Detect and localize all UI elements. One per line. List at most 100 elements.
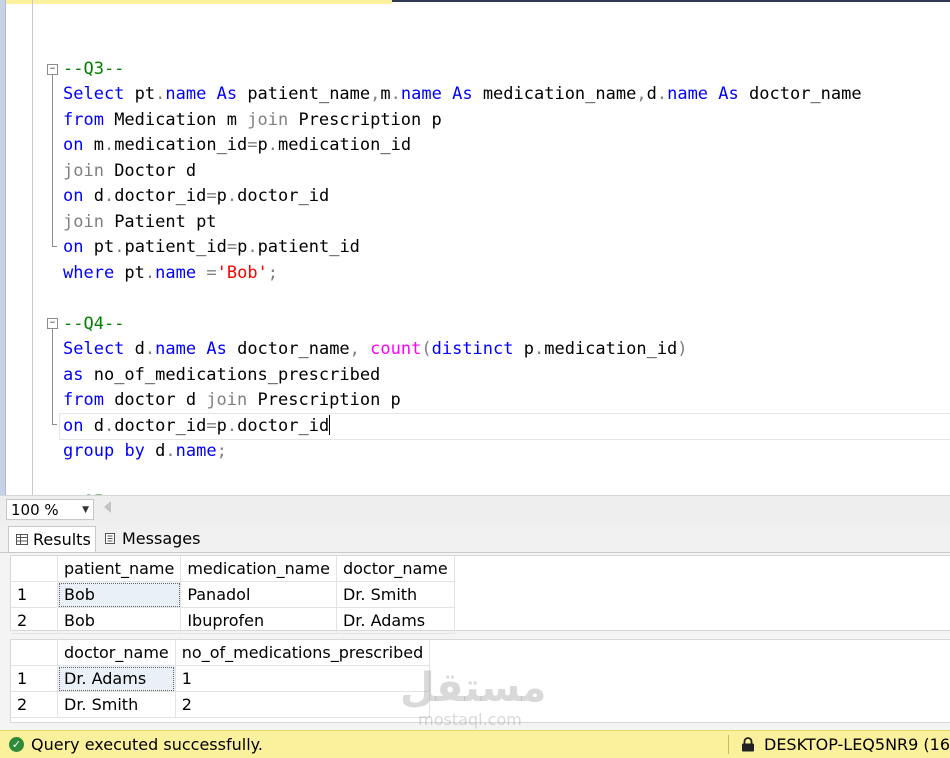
code-line[interactable]: from doctor d join Prescription p: [63, 388, 950, 414]
code-line[interactable]: where pt.name ='Bob';: [63, 261, 950, 287]
code-token: d: [144, 441, 166, 461]
code-token: Prescription p: [247, 390, 401, 410]
code-token: m: [380, 84, 391, 104]
code-line[interactable]: --Q3--: [63, 57, 950, 83]
tab-messages[interactable]: Messages: [98, 526, 200, 552]
row-number[interactable]: 1: [11, 665, 58, 692]
code-token: Medication m: [103, 109, 248, 130]
code-line[interactable]: [63, 31, 950, 57]
code-token: doctor_name: [738, 84, 862, 104]
column-header[interactable]: doctor_name: [57, 640, 176, 666]
code-line[interactable]: on d.doctor_id=p.doctor_id: [59, 412, 950, 440]
code-line[interactable]: from Medication m join Prescription p: [63, 108, 950, 134]
code-token: as: [63, 364, 84, 385]
column-header[interactable]: patient_name: [57, 556, 182, 582]
table-row[interactable]: 1 Bob Panadol Dr. Smith: [11, 581, 455, 608]
success-check-icon: ✓: [9, 737, 24, 752]
code-token: .: [103, 415, 115, 436]
code-token: As: [718, 84, 739, 104]
result-grid-1[interactable]: patient_name medication_name doctor_name…: [10, 555, 950, 634]
code-token: count: [370, 339, 422, 359]
code-line[interactable]: on pt.patient_id=p.patient_id: [63, 235, 950, 261]
code-token: doctor_id: [114, 415, 207, 436]
code-token: Select: [63, 84, 125, 104]
column-header[interactable]: no_of_medications_prescribed: [175, 640, 431, 666]
table-cell[interactable]: Panadol: [180, 581, 337, 608]
code-token: .: [390, 84, 401, 104]
code-token: .: [144, 339, 156, 359]
code-text[interactable]: --Q3-- Select pt.name As patient_name,m.n…: [59, 31, 950, 495]
table-cell[interactable]: Dr. Adams: [57, 665, 176, 692]
tab-messages-label: Messages: [122, 529, 201, 548]
code-token: .: [144, 262, 156, 283]
code-token: name: [155, 262, 197, 283]
code-token: ,: [349, 339, 360, 359]
column-header[interactable]: doctor_name: [336, 556, 455, 582]
code-line[interactable]: on d.doctor_id=p.doctor_id: [63, 184, 950, 210]
scroll-left-icon[interactable]: [104, 501, 111, 513]
grid-corner[interactable]: [11, 640, 58, 666]
code-token: p: [216, 186, 227, 206]
table-cell[interactable]: 2: [175, 691, 431, 718]
code-line[interactable]: group by d.name;: [63, 439, 950, 465]
row-number[interactable]: 2: [11, 607, 58, 634]
collapse-q3-icon[interactable]: −: [47, 64, 58, 75]
table-cell[interactable]: Bob: [57, 607, 182, 634]
tab-results-label: Results: [33, 530, 91, 549]
status-separator: [728, 735, 729, 754]
code-line[interactable]: as no_of_medications_prescribed: [63, 363, 950, 389]
row-number[interactable]: 2: [11, 691, 58, 718]
code-token: .: [267, 135, 279, 155]
code-line[interactable]: Select pt.name As patient_name,m.name As…: [63, 82, 950, 108]
table-row[interactable]: 2 Dr. Smith 2: [11, 691, 431, 718]
table-cell[interactable]: 1: [175, 665, 431, 692]
column-header[interactable]: medication_name: [180, 556, 337, 582]
results-tabs: Results Messages: [0, 522, 950, 553]
editor-top-border: [392, 0, 950, 2]
table-cell[interactable]: Ibuprofen: [180, 607, 337, 634]
code-token: ): [677, 339, 688, 359]
code-line[interactable]: [63, 286, 950, 312]
row-number[interactable]: 1: [11, 581, 58, 608]
lock-icon: [742, 737, 754, 752]
table-cell[interactable]: Bob: [57, 581, 182, 608]
code-line[interactable]: --Q4--: [63, 312, 950, 338]
code-line[interactable]: join Patient pt: [63, 210, 950, 236]
collapse-q4-icon[interactable]: −: [47, 318, 58, 329]
code-token: =: [206, 262, 217, 283]
code-line[interactable]: on m.medication_id=p.medication_id: [63, 133, 950, 159]
table-cell[interactable]: Dr. Smith: [57, 691, 176, 718]
code-token: =: [206, 186, 217, 206]
code-token: Select: [63, 339, 125, 359]
code-token: As: [216, 84, 238, 104]
code-token: =: [226, 237, 238, 257]
status-bar: ✓ Query executed successfully. DESKTOP-L…: [0, 730, 950, 758]
code-token: p: [513, 339, 534, 359]
tab-results[interactable]: Results: [8, 526, 96, 552]
table-row[interactable]: 1 Dr. Adams 1: [11, 665, 431, 692]
code-token: --Q3--: [63, 58, 125, 79]
code-token: As: [206, 339, 227, 359]
table-cell[interactable]: Dr. Adams: [336, 607, 455, 634]
code-line[interactable]: join Doctor d: [63, 159, 950, 185]
code-line[interactable]: Select d.name As doctor_name, count(dist…: [63, 337, 950, 363]
code-token: ;: [216, 441, 227, 461]
query-editor[interactable]: − − --Q3-- Select pt.name As patient_name…: [0, 0, 950, 495]
code-token: on: [63, 135, 84, 155]
text-caret: [329, 414, 331, 435]
code-token: p: [237, 237, 248, 257]
code-token: patient_id: [124, 237, 227, 257]
zoom-select[interactable]: 100 % ▼: [6, 499, 94, 520]
code-token: (: [421, 339, 432, 359]
result-grid-2[interactable]: doctor_name no_of_medications_prescribed…: [10, 639, 950, 723]
table-cell[interactable]: Dr. Smith: [336, 581, 455, 608]
code-line[interactable]: [63, 465, 950, 491]
grid-corner[interactable]: [11, 556, 58, 582]
code-token: Doctor d: [103, 160, 197, 181]
code-token: name: [155, 339, 197, 359]
code-token: As: [452, 84, 473, 104]
editor-left-strip: [0, 0, 6, 495]
table-row[interactable]: 2 Bob Ibuprofen Dr. Adams: [11, 607, 455, 634]
code-token: no_of_medications_prescribed: [83, 364, 381, 385]
